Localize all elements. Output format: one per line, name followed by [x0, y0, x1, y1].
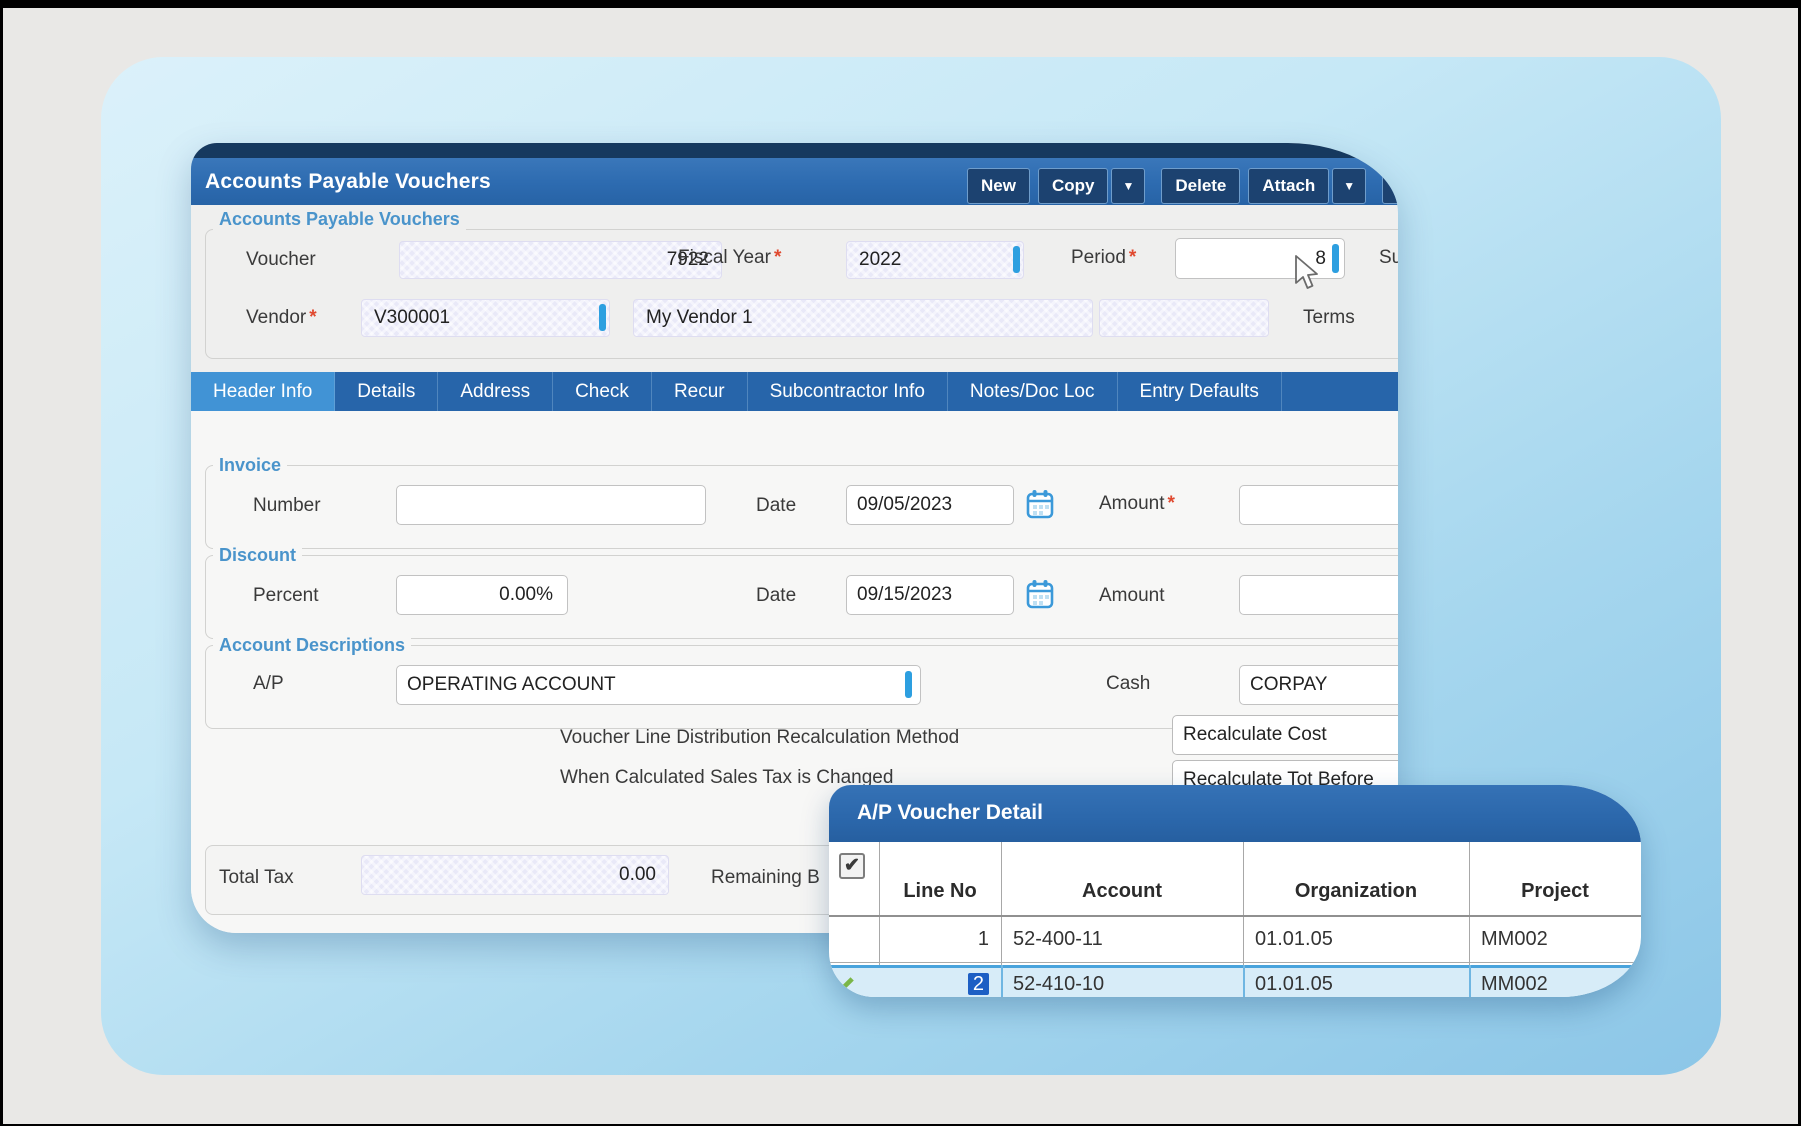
detail-titlebar: A/P Voucher Detail: [829, 785, 1641, 842]
tab-details[interactable]: Details: [335, 372, 438, 411]
row-divider: [829, 962, 1641, 963]
window-top-band: [191, 143, 1398, 158]
invoice-date-field[interactable]: [846, 485, 1014, 525]
discount-percent-label: Percent: [253, 585, 318, 607]
invoice-amount-label-text: Amount: [1099, 493, 1164, 514]
window-titlebar: Accounts Payable Vouchers New Copy ▼ Del…: [191, 158, 1398, 205]
truncated-right-label: Su: [1379, 247, 1398, 269]
header-fieldset-legend: Accounts Payable Vouchers: [213, 209, 466, 230]
tab-bar: Header Info Details Address Check Recur …: [191, 372, 1398, 411]
tab-address[interactable]: Address: [438, 372, 553, 411]
delete-button[interactable]: Delete: [1161, 168, 1240, 204]
fiscal-year-label-text: Fiscal Year: [678, 247, 771, 268]
cell-organization: 01.01.05: [1243, 916, 1469, 962]
remaining-label: Remaining B: [711, 867, 820, 889]
new-button[interactable]: New: [967, 168, 1030, 204]
tab-subcontractor-info[interactable]: Subcontractor Info: [748, 372, 948, 411]
tab-notes-doc-loc[interactable]: Notes/Doc Loc: [948, 372, 1118, 411]
account-descriptions-legend: Account Descriptions: [213, 635, 411, 656]
tab-check[interactable]: Check: [553, 372, 652, 411]
select-all-checkbox[interactable]: ✔: [839, 853, 865, 879]
fiscal-year-caret-icon: [1013, 246, 1020, 273]
fiscal-year-required-mark: *: [774, 247, 781, 268]
cell-project: MM002: [1469, 968, 1641, 997]
recalc-method-label: Voucher Line Distribution Recalculation …: [560, 727, 959, 749]
cell-account: 52-410-10: [1001, 968, 1243, 997]
invoice-calendar-icon[interactable]: [1026, 489, 1054, 519]
invoice-number-label: Number: [253, 495, 321, 517]
cell-project: MM002: [1469, 916, 1641, 962]
window-title: Accounts Payable Vouchers: [205, 158, 491, 205]
discount-date-label: Date: [756, 585, 796, 607]
discount-calendar-icon[interactable]: [1026, 579, 1054, 609]
vendor-extra-field[interactable]: [1099, 299, 1269, 337]
column-header-organization[interactable]: Organization: [1243, 880, 1469, 903]
recalc-method-dropdown[interactable]: Recalculate Cost: [1172, 715, 1398, 755]
grid-line: [1001, 965, 1003, 997]
tab-recur[interactable]: Recur: [652, 372, 748, 411]
table-row-selected[interactable]: 2 52-410-10 01.01.05 MM002: [829, 965, 1641, 997]
copy-dropdown-arrow-icon[interactable]: ▼: [1111, 168, 1145, 204]
column-header-project[interactable]: Project: [1469, 880, 1641, 903]
vendor-code-field[interactable]: [361, 299, 610, 337]
vendor-name-field[interactable]: [633, 299, 1093, 337]
vendor-caret-icon: [599, 304, 606, 331]
invoice-number-field[interactable]: [396, 485, 706, 525]
cell-line-no: 2: [879, 968, 1001, 997]
voucher-field[interactable]: [399, 241, 722, 279]
period-required-mark: *: [1129, 247, 1136, 268]
tab-header-info[interactable]: Header Info: [191, 372, 335, 411]
invoice-fieldset: [205, 465, 1398, 549]
selected-line-no: 2: [968, 973, 989, 995]
discount-date-field[interactable]: [846, 575, 1014, 615]
tab-entry-defaults[interactable]: Entry Defaults: [1118, 372, 1282, 411]
email-button[interactable]: Email: [1382, 168, 1398, 204]
attach-dropdown-arrow-icon[interactable]: ▼: [1332, 168, 1366, 204]
discount-amount-field[interactable]: [1239, 575, 1398, 615]
invoice-legend: Invoice: [213, 455, 287, 476]
vendor-label: Vendor*: [246, 307, 317, 329]
toolbar: New Copy ▼ Delete Attach ▼ Email A: [967, 167, 1398, 204]
discount-percent-field[interactable]: [396, 575, 568, 615]
vendor-label-text: Vendor: [246, 307, 306, 328]
edit-pencil-icon: [837, 974, 857, 994]
cell-organization: 01.01.05: [1243, 968, 1469, 997]
ap-account-field[interactable]: [396, 665, 921, 705]
cash-label: Cash: [1106, 673, 1150, 695]
cell-line-no: 1: [879, 916, 1001, 962]
voucher-label: Voucher: [246, 249, 316, 271]
period-caret-icon: [1332, 244, 1339, 273]
discount-legend: Discount: [213, 545, 302, 566]
discount-amount-label: Amount: [1099, 585, 1164, 607]
discount-fieldset: [205, 555, 1398, 639]
grid-line: [1469, 965, 1471, 997]
fiscal-year-field[interactable]: [846, 241, 1024, 279]
attach-button[interactable]: Attach: [1248, 168, 1329, 204]
period-label-text: Period: [1071, 247, 1126, 268]
total-tax-label: Total Tax: [219, 867, 294, 889]
vendor-required-mark: *: [309, 307, 316, 328]
fiscal-year-label: Fiscal Year*: [678, 247, 781, 269]
cell-account: 52-400-11: [1001, 916, 1243, 962]
copy-button[interactable]: Copy: [1038, 168, 1109, 204]
total-tax-field[interactable]: [361, 855, 669, 895]
grid-line: [1243, 965, 1245, 997]
ap-label: A/P: [253, 673, 284, 695]
ap-voucher-detail-window: A/P Voucher Detail ✔ Line No Account Org…: [829, 785, 1641, 997]
cash-account-field[interactable]: [1239, 665, 1398, 705]
presentation-card: Accounts Payable Vouchers New Copy ▼ Del…: [101, 57, 1721, 1075]
detail-title: A/P Voucher Detail: [857, 785, 1043, 840]
column-header-account[interactable]: Account: [1001, 880, 1243, 903]
invoice-date-label: Date: [756, 495, 796, 517]
column-header-line-no[interactable]: Line No: [879, 880, 1001, 903]
ap-caret-icon: [905, 671, 912, 698]
invoice-amount-field[interactable]: [1239, 485, 1398, 525]
desktop-background: Accounts Payable Vouchers New Copy ▼ Del…: [3, 8, 1798, 1124]
invoice-amount-required-mark: *: [1167, 493, 1174, 514]
period-label: Period*: [1071, 247, 1136, 269]
mouse-cursor-icon: [1293, 255, 1321, 293]
invoice-amount-label: Amount*: [1099, 493, 1175, 515]
terms-label: Terms: [1303, 307, 1355, 329]
